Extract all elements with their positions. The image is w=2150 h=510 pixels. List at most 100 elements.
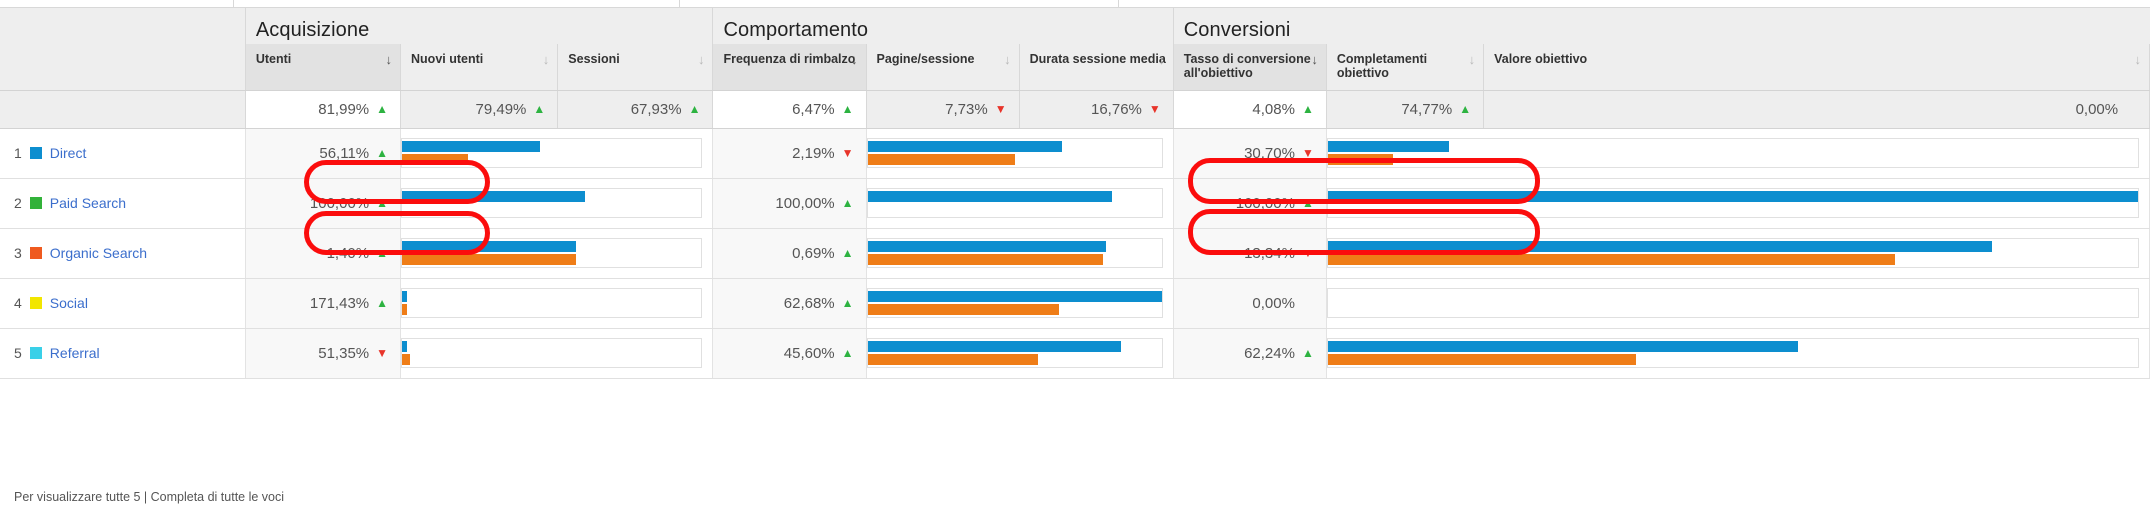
sort-down-icon[interactable]: ↓ (851, 53, 858, 66)
table-row[interactable]: 2 Paid Search 100,00% ▲ 100,00% ▲ 100,00% ▲ (0, 178, 2150, 229)
column-header-valore-obiettivo[interactable]: Valore obiettivo ↓ (1483, 44, 2150, 91)
cell-acquisizione-bars (400, 228, 714, 279)
summary-value: 7,73% (945, 100, 988, 118)
cell-comportamento-bars (866, 128, 1174, 179)
metric-value: 0,00% (1252, 294, 1295, 312)
metric-value: 100,00% (1235, 194, 1295, 212)
column-header-completamenti-obiettivo[interactable]: Completamenti obiettivo ↓ (1326, 44, 1485, 91)
mini-bar-chart (1326, 188, 2139, 218)
trend-up-icon: ▲ (688, 101, 701, 116)
row-dimension-cell[interactable]: 4 Social (0, 278, 246, 329)
summary-value: 16,76% (1091, 100, 1142, 118)
column-header-nuovi-utenti[interactable]: Nuovi utenti ↓ (400, 44, 559, 91)
row-dimension-cell[interactable]: 5 Referral (0, 328, 246, 379)
sort-down-icon[interactable]: ↓ (543, 53, 550, 66)
series-color-swatch (29, 247, 42, 259)
bar-current-period (1327, 241, 1993, 252)
trend-up-icon: ▲ (376, 195, 389, 210)
row-dimension-cell[interactable]: 1 Direct (0, 128, 246, 179)
bar-previous-period (867, 304, 1059, 315)
cell-comportamento-value: 2,19% ▼ (712, 128, 867, 179)
trend-up-icon: ▲ (841, 101, 854, 116)
bar-previous-period (867, 154, 1015, 165)
cell-conversioni-value: 62,24% ▲ (1173, 328, 1327, 379)
summary-value: 79,49% (475, 100, 527, 118)
bar-previous-period (867, 354, 1039, 365)
summary-cell-pagine-sessione: 7,73% ▼ (866, 90, 1020, 129)
bar-previous-period (402, 304, 407, 315)
column-header-frequenza-di-rimbalzo[interactable]: Frequenza di rimbalzo ↓ (712, 44, 867, 91)
summary-cell-sessioni: 67,93% ▲ (557, 90, 714, 129)
row-dimension-cell[interactable]: 2 Paid Search (0, 178, 246, 229)
sort-down-icon[interactable]: ↓ (1004, 53, 1011, 66)
mini-bar-chart (1326, 238, 2139, 268)
trend-up-icon: ▲ (841, 295, 854, 310)
summary-value: 4,08% (1252, 100, 1295, 118)
cell-conversioni-bars (1326, 228, 2150, 279)
trend-up-icon: ▲ (1301, 195, 1314, 210)
row-dimension-link[interactable]: Referral (50, 345, 100, 361)
column-header-completamenti-obiettivo-label: Completamenti obiettivo (1336, 52, 1428, 80)
series-color-swatch (29, 147, 42, 159)
cell-acquisizione-bars (400, 178, 714, 229)
trend-up-icon: ▲ (376, 295, 389, 310)
column-header-sessioni[interactable]: Sessioni ↓ (557, 44, 714, 91)
row-dimension-link[interactable]: Organic Search (50, 245, 147, 261)
sort-down-icon[interactable]: ↓ (1311, 53, 1318, 66)
column-header-valore-obiettivo-label: Valore obiettivo (1494, 52, 1588, 66)
summary-cell-completamenti-obiettivo: 74,77% ▲ (1326, 90, 1485, 129)
cell-conversioni-value: 30,70% ▼ (1173, 128, 1327, 179)
mini-bar-chart (1326, 288, 2139, 318)
sort-down-icon[interactable]: ↓ (2135, 53, 2142, 66)
table-row[interactable]: 4 Social 171,43% ▲ 62,68% ▲ 0,00% ▲ (0, 278, 2150, 329)
row-index: 1 (14, 145, 22, 161)
row-dimension-link[interactable]: Social (50, 295, 88, 311)
cell-conversioni-value: 0,00% ▲ (1173, 278, 1327, 329)
row-dimension-link[interactable]: Direct (50, 145, 87, 161)
column-header-utenti[interactable]: Utenti ↓ (245, 44, 402, 91)
series-color-swatch (29, 197, 42, 209)
table-row[interactable]: 5 Referral 51,35% ▼ 45,60% ▲ 62,24% ▲ (0, 328, 2150, 379)
mini-bar-chart (866, 138, 1163, 168)
summary-value: 81,99% (318, 100, 370, 118)
metric-value: 100,00% (309, 194, 370, 212)
cell-comportamento-bars (866, 278, 1174, 329)
cell-comportamento-value: 45,60% ▲ (712, 328, 867, 379)
metric-value: 62,24% (1244, 344, 1295, 362)
cell-acquisizione-bars (400, 328, 714, 379)
summary-cell-durata-sessione-media: 16,76% ▼ (1019, 90, 1174, 129)
column-header-tasso-di-conversione[interactable]: Tasso di conversione all'obiettivo ↓ (1173, 44, 1327, 91)
sort-down-icon[interactable]: ↓ (698, 53, 705, 66)
trend-up-icon: ▲ (1301, 345, 1314, 360)
trend-up-icon: ▲ (1459, 101, 1472, 116)
sort-down-icon[interactable]: ↓ (1158, 53, 1165, 66)
table-row[interactable]: 3 Organic Search 1,40% ▲ 0,69% ▲ 13,34% … (0, 228, 2150, 279)
row-dimension-link[interactable]: Paid Search (50, 195, 126, 211)
metric-value: 1,40% (326, 244, 370, 262)
trend-up-icon: ▲ (1301, 101, 1314, 116)
summary-cell-utenti: 81,99% ▲ (245, 90, 402, 129)
analytics-channels-table: Acquisizione Comportamento Conversioni U… (0, 0, 2150, 379)
row-dimension-cell[interactable]: 3 Organic Search (0, 228, 246, 279)
series-color-swatch (29, 347, 42, 359)
trend-up-icon: ▲ (376, 245, 389, 260)
trend-none-icon: ▲ (2125, 103, 2137, 115)
metric-value: 100,00% (775, 194, 835, 212)
bar-current-period (867, 341, 1121, 352)
trend-down-icon: ▼ (1301, 145, 1314, 160)
bar-previous-period (402, 254, 576, 265)
column-header-pagine-sessione[interactable]: Pagine/sessione ↓ (866, 44, 1020, 91)
cell-acquisizione-bars (400, 128, 714, 179)
cell-conversioni-bars (1326, 278, 2150, 329)
bar-previous-period (1327, 354, 1636, 365)
mini-bar-chart (401, 288, 703, 318)
sort-down-icon[interactable]: ↓ (386, 53, 393, 66)
summary-row: 81,99% ▲ 79,49% ▲ 67,93% ▲ 6,47% ▲ 7,73% ▼ 16… (0, 90, 2150, 129)
sort-down-icon[interactable]: ↓ (1469, 53, 1476, 66)
table-row[interactable]: 1 Direct 56,11% ▲ 2,19% ▼ 30,70% ▼ (0, 128, 2150, 179)
column-header-tasso-di-conversione-label: Tasso di conversione all'obiettivo (1183, 52, 1311, 80)
cell-acquisizione-value: 56,11% ▲ (245, 128, 402, 179)
metric-header-row: Utenti ↓ Nuovi utenti ↓ Sessioni ↓ Frequ… (0, 44, 2150, 91)
cell-comportamento-value: 100,00% ▲ (712, 178, 867, 229)
column-header-durata-sessione-media[interactable]: Durata sessione media ↓ (1019, 44, 1174, 91)
